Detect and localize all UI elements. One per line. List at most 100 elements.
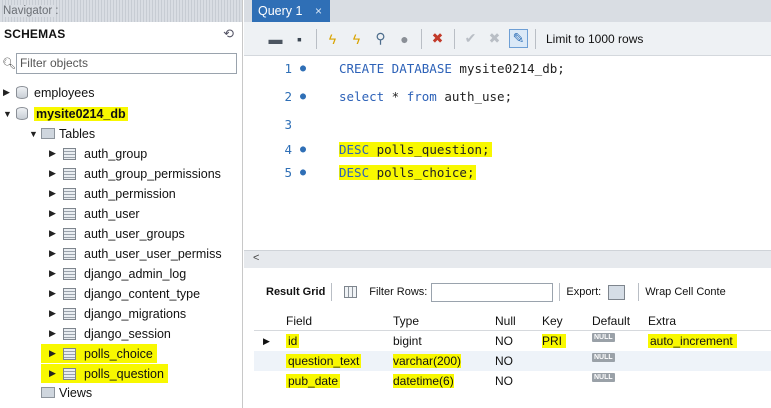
column-header-field[interactable]: Field xyxy=(276,311,380,331)
cell-extra[interactable] xyxy=(638,351,771,371)
cell-null[interactable]: NO xyxy=(484,331,530,351)
table-item[interactable]: ▶ auth_group xyxy=(49,144,147,163)
statement-marker-icon: ● xyxy=(299,166,307,178)
column-header-key[interactable]: Key xyxy=(530,311,580,331)
cell-type[interactable]: bigint xyxy=(380,331,484,351)
schema-employees[interactable]: ▶ employees xyxy=(3,83,94,102)
statement-marker-icon: ● xyxy=(299,90,307,102)
expand-arrow-icon[interactable]: ▶ xyxy=(49,308,59,319)
expand-arrow-icon[interactable]: ▶ xyxy=(49,368,59,379)
explain-icon[interactable]: ⚲ xyxy=(371,29,390,48)
cell-default[interactable]: NULL xyxy=(580,331,638,351)
expand-arrow-icon[interactable]: ▶ xyxy=(49,208,59,219)
cell-default[interactable]: NULL xyxy=(580,371,638,391)
table-row[interactable]: question_text varchar(200) NO NULL xyxy=(254,351,771,371)
expand-arrow-icon[interactable]: ▶ xyxy=(49,248,59,259)
table-label: auth_user_groups xyxy=(84,226,185,241)
table-item[interactable]: ▶ django_admin_log xyxy=(49,264,186,283)
table-row[interactable]: pub_date datetime(6) NO NULL xyxy=(254,371,771,391)
toolbar-separator xyxy=(638,283,640,301)
navigator-header: Navigator: xyxy=(0,0,242,22)
table-item[interactable]: ▶ polls_question xyxy=(41,364,168,383)
autocommit-icon[interactable]: ✎ xyxy=(509,29,528,48)
table-item[interactable]: ▶ django_session xyxy=(49,324,171,343)
collapse-arrow-icon[interactable]: ▼ xyxy=(29,129,39,139)
table-item[interactable]: ▶ auth_permission xyxy=(49,184,176,203)
execute-current-icon[interactable]: ϟ xyxy=(347,29,366,48)
cell-type[interactable]: datetime(6) xyxy=(380,371,484,391)
collapse-arrow-icon[interactable]: ▼ xyxy=(3,109,13,119)
limit-rows-select[interactable]: Limit to 1000 rows xyxy=(546,32,643,46)
cell-extra[interactable]: auto_increment xyxy=(638,331,771,351)
table-icon xyxy=(63,167,76,180)
table-icon xyxy=(63,247,76,260)
column-header-type[interactable]: Type xyxy=(380,311,484,331)
expand-arrow-icon[interactable]: ▶ xyxy=(49,168,59,179)
expand-arrow-icon[interactable]: ▶ xyxy=(49,288,59,299)
wrap-cell-content-label[interactable]: Wrap Cell Conte xyxy=(645,286,726,298)
cell-field[interactable]: question_text xyxy=(276,351,380,371)
export-label: Export: xyxy=(566,286,602,298)
open-folder-icon[interactable]: ▬ xyxy=(266,29,285,48)
filter-rows-input[interactable] xyxy=(431,282,554,302)
line-number: 1 xyxy=(284,60,292,76)
close-icon[interactable]: × xyxy=(315,4,322,18)
column-header-extra[interactable]: Extra xyxy=(638,311,771,331)
sql-editor[interactable]: 1 ● CREATE DATABASE mysite0214_db; 2 ● s… xyxy=(244,56,771,250)
execute-icon[interactable]: ϟ xyxy=(323,29,342,48)
table-item[interactable]: ▶ django_content_type xyxy=(49,284,200,303)
commit-icon[interactable]: ✔ xyxy=(461,29,480,48)
expand-arrow-icon[interactable]: ▶ xyxy=(49,328,59,339)
table-row[interactable]: ▶ id bigint NO PRI NULL auto_increment xyxy=(254,331,771,351)
filter-objects-input[interactable] xyxy=(15,52,237,74)
table-label: auth_user xyxy=(84,206,140,221)
result-grid-tab[interactable]: Result Grid xyxy=(266,286,325,298)
column-header-default[interactable]: Default xyxy=(580,311,638,331)
table-item[interactable]: ▶ polls_choice xyxy=(41,344,157,363)
horizontal-scrollbar[interactable]: < xyxy=(244,250,771,268)
table-icon xyxy=(63,287,76,300)
cell-type[interactable]: varchar(200) xyxy=(380,351,484,371)
table-item[interactable]: ▶ auth_user_user_permiss xyxy=(49,244,222,263)
export-icon[interactable] xyxy=(608,284,626,300)
cell-field[interactable]: id xyxy=(276,331,380,351)
grid-layout-icon[interactable] xyxy=(344,286,358,298)
cell-field[interactable]: pub_date xyxy=(276,371,380,391)
line-number: 4 xyxy=(284,141,292,157)
tables-folder[interactable]: ▼ Tables xyxy=(29,124,95,143)
save-icon[interactable]: ▪ xyxy=(290,29,309,48)
schema-mysite0214-db[interactable]: ▼ mysite0214_db xyxy=(3,104,128,123)
cell-key[interactable]: PRI xyxy=(530,331,580,351)
expand-arrow-icon[interactable]: ▶ xyxy=(3,87,13,98)
scroll-left-icon[interactable]: < xyxy=(253,252,259,264)
table-item[interactable]: ▶ django_migrations xyxy=(49,304,186,323)
expand-arrow-icon[interactable]: ▶ xyxy=(49,228,59,239)
refresh-icon[interactable]: ⟲ xyxy=(223,26,234,42)
expand-arrow-icon[interactable]: ▶ xyxy=(49,188,59,199)
table-item[interactable]: ▶ auth_group_permissions xyxy=(49,164,221,183)
cell-key[interactable] xyxy=(530,351,580,371)
table-item[interactable]: ▶ auth_user xyxy=(49,204,140,223)
cell-null[interactable]: NO xyxy=(484,371,530,391)
tab-query-1[interactable]: Query 1 × xyxy=(252,0,330,22)
toggle-error-icon[interactable]: ✖ xyxy=(428,29,447,48)
row-selector xyxy=(254,351,276,371)
cell-default[interactable]: NULL xyxy=(580,351,638,371)
column-header-null[interactable]: Null xyxy=(484,311,530,331)
cell-null[interactable]: NO xyxy=(484,351,530,371)
table-label: polls_choice xyxy=(84,346,153,361)
views-folder[interactable]: Views xyxy=(39,383,92,402)
folder-icon xyxy=(41,387,55,398)
code-text: DESC polls_question; xyxy=(339,141,492,157)
rollback-icon[interactable]: ✖ xyxy=(485,29,504,48)
cell-key[interactable] xyxy=(530,371,580,391)
stop-icon[interactable]: ● xyxy=(395,29,414,48)
expand-arrow-icon[interactable]: ▶ xyxy=(49,348,59,359)
expand-arrow-icon[interactable]: ▶ xyxy=(49,148,59,159)
table-item[interactable]: ▶ auth_user_groups xyxy=(49,224,185,243)
cell-extra[interactable] xyxy=(638,371,771,391)
statement-marker-icon: ● xyxy=(299,62,307,74)
line-number: 3 xyxy=(284,116,292,132)
tab-bar: Query 1 × xyxy=(244,0,771,22)
expand-arrow-icon[interactable]: ▶ xyxy=(49,268,59,279)
